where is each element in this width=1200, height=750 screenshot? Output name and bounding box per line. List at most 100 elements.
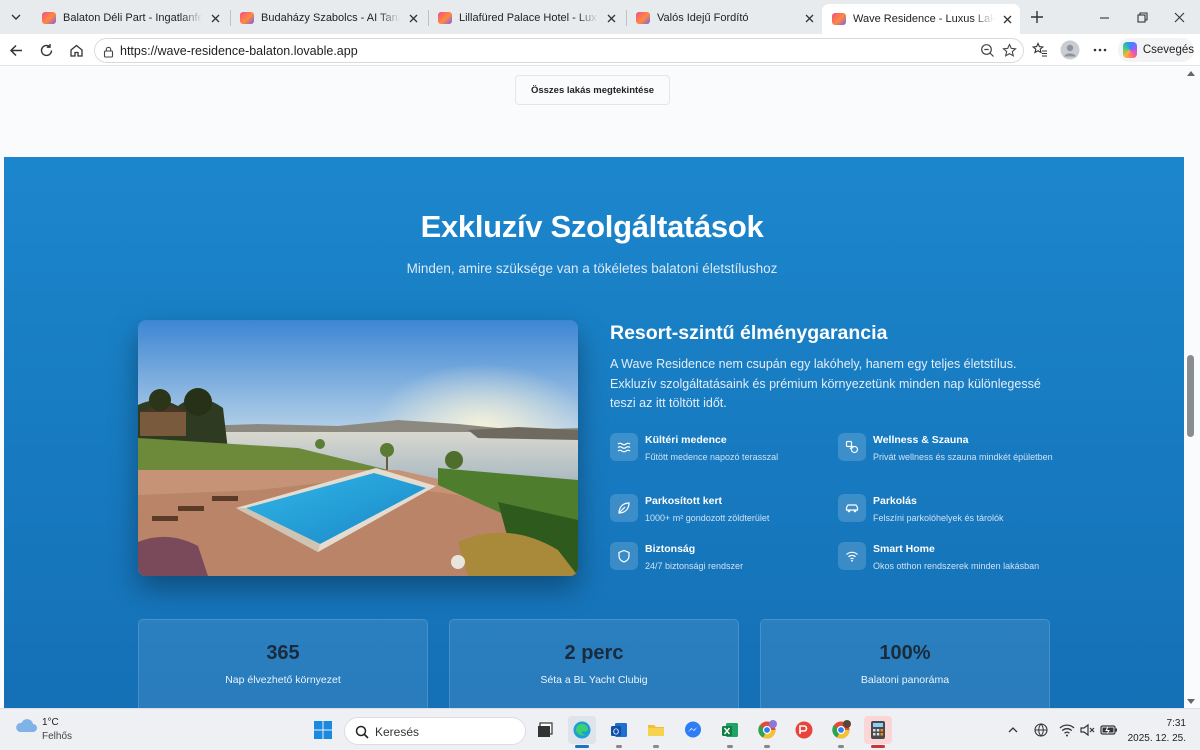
messenger-icon [685,721,701,738]
settings-more-button[interactable] [1089,39,1111,61]
volume-button[interactable] [1077,716,1099,744]
copilot-chat-button[interactable]: Csevegés [1118,38,1194,62]
task-view-button[interactable] [531,716,559,744]
tab-balaton-deli-part[interactable]: Balaton Déli Part - Ingatlanfejlesztés [32,4,228,32]
network-status-button[interactable] [1029,716,1053,744]
close-tab-icon[interactable] [406,11,420,25]
stat-label: Balatoni panoráma [860,674,950,686]
messenger-taskbar-button[interactable] [679,716,707,744]
excel-icon [722,723,738,737]
chrome-profile-taskbar-button[interactable] [753,716,781,748]
running-indicator [616,745,622,748]
tab-actions-menu-button[interactable] [5,6,27,28]
wifi-status-button[interactable] [1056,716,1078,744]
close-tab-icon[interactable] [604,11,618,25]
feature-desc: Okos otthon rendszerek minden lakásban [873,561,1040,571]
browser-tab-bar: Balaton Déli Part - Ingatlanfejlesztés B… [0,0,1200,34]
tab-lillafured-palace[interactable]: Lillafüred Palace Hotel - Luxury Hotel [428,4,624,32]
waves-icon [610,433,638,461]
search-placeholder: Keresés [375,725,420,739]
minimize-window-button[interactable] [1093,6,1115,28]
svg-text:O: O [613,728,619,737]
feature-desc: Privát wellness és szauna mindkét épület… [873,452,1053,462]
feature-title: Smart Home [873,543,935,555]
chrome-taskbar-button[interactable] [827,716,855,748]
feature-desc: 1000+ m² gondozott zöldterület [645,513,770,523]
close-window-button[interactable] [1168,6,1190,28]
show-hidden-icons-button[interactable] [1001,716,1025,744]
tab-valos-ideju-fordito[interactable]: Valós Idejű Fordító [626,4,822,32]
stat-value: 100% [879,642,931,664]
lovable-favicon-icon [438,12,452,24]
restore-window-button[interactable] [1131,6,1153,28]
feature-title: Biztonság [645,543,696,555]
taskbar-search-box[interactable]: Keresés [344,717,526,745]
home-icon [69,44,83,57]
calculator-taskbar-button[interactable] [864,716,892,748]
leaf-icon [610,494,638,522]
close-icon [1174,12,1184,22]
close-tab-icon[interactable] [802,11,816,25]
car-icon [838,494,866,522]
file-explorer-taskbar-button[interactable] [642,716,670,748]
section-title: Exkluzív Szolgáltatások [420,209,764,244]
favorite-star-icon[interactable] [1002,43,1017,63]
close-tab-icon[interactable] [208,11,222,25]
wifi-icon [838,542,866,570]
excel-taskbar-button[interactable] [716,716,744,748]
weather-temperature: 1°C [42,717,59,728]
browser-toolbar: https://wave-residence-balaton.lovable.a… [0,34,1200,66]
home-button[interactable] [65,39,87,61]
tab-title: Lillafüred Palace Hotel - Luxury Hotel [459,12,598,24]
url-text[interactable]: https://wave-residence-balaton.lovable.a… [120,44,358,58]
chevron-down-icon [11,14,21,20]
profile-button[interactable] [1059,39,1081,61]
clock-time: 7:31 [1166,718,1186,729]
feature-heading: Resort-szintű élménygarancia [610,322,888,344]
page-scrollbar[interactable] [1184,67,1200,708]
stat-value: 2 perc [564,642,624,664]
refresh-icon [40,43,52,56]
profile-avatar-icon [1060,40,1080,60]
system-clock[interactable]: 7:31 2025. 12. 25. [1124,716,1186,746]
new-tab-button[interactable] [1026,6,1048,28]
feature-title: Kültéri medence [645,434,727,446]
chevron-up-icon [1008,727,1018,733]
start-button[interactable] [309,716,337,744]
feature-description: A Wave Residence nem csupán egy lakóhely… [610,357,1041,410]
refresh-button[interactable] [35,39,57,61]
outlook-taskbar-button[interactable]: O [605,716,633,748]
feature-title: Parkosított kert [645,495,723,507]
tab-wave-residence[interactable]: Wave Residence - Luxus Lakások a Balaton… [822,4,1020,34]
view-all-apartments-button[interactable]: Összes lakás megtekintése [515,75,670,105]
edge-taskbar-button[interactable] [568,716,596,748]
weather-widget[interactable]: 1°C Felhős [14,716,72,742]
edge-icon [573,721,591,739]
close-tab-icon[interactable] [1000,12,1014,26]
stat-label: Séta a BL Yacht Clubig [540,674,648,686]
apartments-section-end: Összes lakás megtekintése [0,67,1184,157]
outlook-icon: O [611,723,627,737]
scroll-up-arrow-icon[interactable] [1187,71,1195,76]
tab-title: Wave Residence - Luxus Lakások a Balaton… [853,13,994,25]
copilot-icon [1123,42,1137,58]
tab-budahazy-szabolcs[interactable]: Budaházy Szabolcs - AI Tanácsadó [230,4,426,32]
chrome-icon [832,720,851,739]
battery-button[interactable] [1098,716,1120,744]
active-indicator [575,745,589,748]
site-info-lock-icon[interactable] [103,45,114,63]
favorites-button[interactable] [1029,39,1051,61]
resort-pool-image [138,320,578,576]
address-bar[interactable]: https://wave-residence-balaton.lovable.a… [94,38,1024,63]
running-indicator [838,745,844,748]
lovable-favicon-icon [240,12,254,24]
scrollbar-thumb[interactable] [1187,355,1194,437]
zoom-icon[interactable] [980,43,995,63]
back-button[interactable] [5,39,27,61]
scroll-down-arrow-icon[interactable] [1187,699,1195,704]
more-dots-icon [1093,48,1107,52]
restore-icon [1136,11,1148,23]
search-icon [355,725,369,742]
lovable-favicon-icon [42,12,56,24]
pdf-app-taskbar-button[interactable] [790,716,818,744]
